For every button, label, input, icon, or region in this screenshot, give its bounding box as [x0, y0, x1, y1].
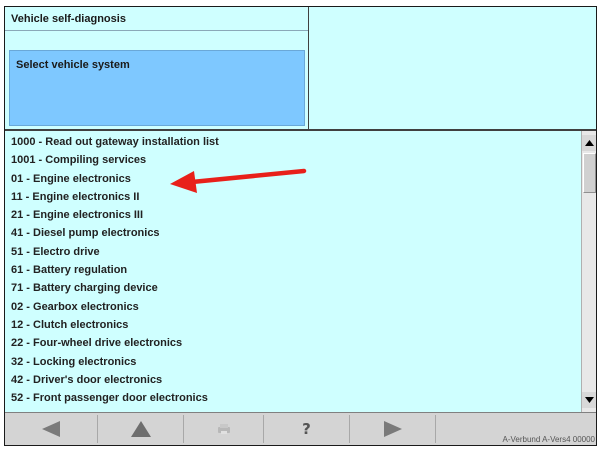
- bottom-toolbar: ? A-Verbund A-Vers4 00000: [5, 412, 596, 445]
- header-left-panel: Vehicle self-diagnosis Select vehicle sy…: [5, 7, 309, 129]
- list-item[interactable]: 51 - Electro drive: [5, 243, 581, 261]
- list-item[interactable]: 52 - Front passenger door electronics: [5, 389, 581, 407]
- scroll-thumb[interactable]: [583, 153, 596, 193]
- triangle-right-icon: [383, 421, 402, 437]
- list-item[interactable]: 02 - Gearbox electronics: [5, 298, 581, 316]
- diagnosis-window: Vehicle self-diagnosis Select vehicle sy…: [4, 6, 597, 446]
- list-item[interactable]: 61 - Battery regulation: [5, 261, 581, 279]
- list-item[interactable]: 32 - Locking electronics: [5, 353, 581, 371]
- status-text: A-Verbund A-Vers4 00000: [502, 435, 595, 444]
- select-system-label: Select vehicle system: [16, 59, 130, 71]
- list-item[interactable]: 42 - Driver's door electronics: [5, 371, 581, 389]
- scroll-up-arrow-icon: [585, 140, 594, 146]
- help-icon: ?: [302, 420, 311, 438]
- triangle-up-icon: [130, 421, 151, 437]
- help-button[interactable]: ?: [264, 415, 350, 443]
- back-button[interactable]: [5, 415, 98, 443]
- list-item[interactable]: 11 - Engine electronics II: [5, 188, 581, 206]
- forward-button[interactable]: [350, 415, 436, 443]
- scroll-down-arrow-icon: [585, 397, 594, 403]
- list-item[interactable]: 21 - Engine electronics III: [5, 206, 581, 224]
- header-right-panel: [309, 7, 596, 129]
- page-title: Vehicle self-diagnosis: [5, 7, 308, 31]
- scroll-up-button[interactable]: [582, 135, 596, 151]
- select-system-panel: Select vehicle system: [9, 50, 305, 126]
- list-item[interactable]: 1000 - Read out gateway installation lis…: [5, 133, 581, 151]
- list-item[interactable]: 71 - Battery charging device: [5, 279, 581, 297]
- list-item[interactable]: 12 - Clutch electronics: [5, 316, 581, 334]
- up-button[interactable]: [98, 415, 184, 443]
- list-item[interactable]: 41 - Diesel pump electronics: [5, 224, 581, 242]
- annotation-arrow-icon: [170, 168, 307, 193]
- scroll-down-button[interactable]: [582, 392, 596, 408]
- list-item[interactable]: 22 - Four-wheel drive electronics: [5, 334, 581, 352]
- vertical-scrollbar[interactable]: [581, 131, 596, 412]
- triangle-left-icon: [42, 421, 60, 437]
- print-icon: [217, 424, 230, 434]
- print-button[interactable]: [184, 415, 264, 443]
